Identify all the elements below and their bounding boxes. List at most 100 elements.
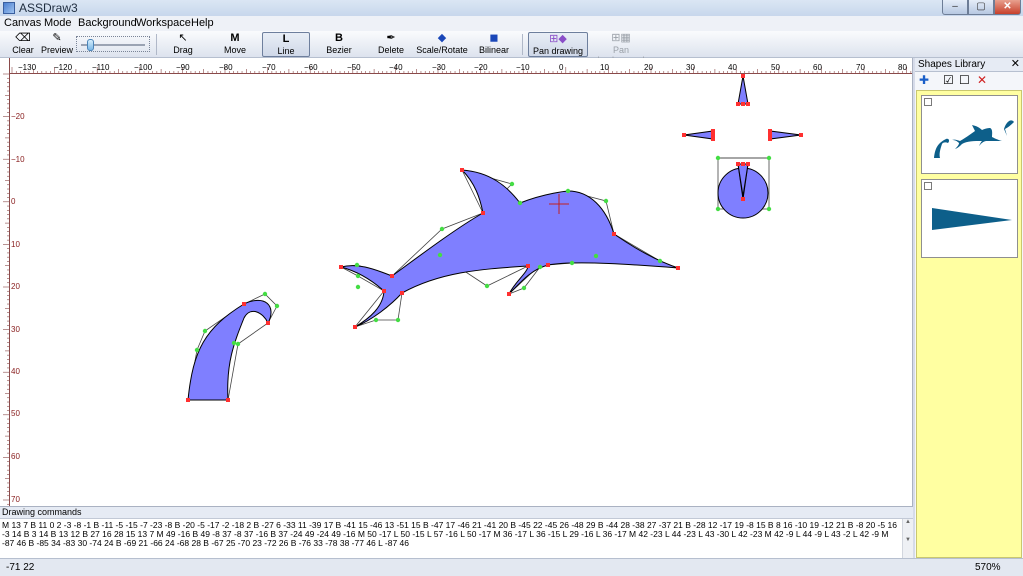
control-handle[interactable] <box>437 252 443 258</box>
close-button[interactable]: ✕ <box>994 0 1021 15</box>
endpoint-handle[interactable] <box>460 168 464 172</box>
endpoint-handle[interactable] <box>768 133 772 137</box>
control-handle[interactable] <box>235 341 241 347</box>
move-tool-button[interactable]: M Move <box>218 32 252 57</box>
control-handle[interactable] <box>355 273 361 279</box>
y-tick-label: 40 <box>11 367 20 376</box>
endpoint-handle[interactable] <box>746 162 750 166</box>
control-handle[interactable] <box>373 317 379 323</box>
menu-workspace[interactable]: Workspace <box>136 17 191 29</box>
endpoint-handle[interactable] <box>676 266 680 270</box>
menu-background[interactable]: Background <box>78 17 137 29</box>
bilinear-button[interactable]: ◼ Bilinear <box>478 32 510 57</box>
check-all-icon[interactable]: ☑ <box>943 74 954 87</box>
clear-button[interactable]: ⌫ Clear <box>8 32 38 57</box>
endpoint-handle[interactable] <box>741 162 745 166</box>
control-handle[interactable] <box>657 258 663 264</box>
control-handle[interactable] <box>395 317 401 323</box>
minimize-button[interactable]: – <box>942 0 968 15</box>
endpoint-handle[interactable] <box>682 133 686 137</box>
control-handle[interactable] <box>715 206 721 212</box>
control-handle[interactable] <box>537 264 543 270</box>
endpoint-handle[interactable] <box>711 133 715 137</box>
endpoint-handle[interactable] <box>242 302 246 306</box>
control-handle[interactable] <box>194 347 200 353</box>
control-handle[interactable] <box>603 198 609 204</box>
endpoint-handle[interactable] <box>736 102 740 106</box>
endpoint-handle[interactable] <box>400 291 404 295</box>
control-handle[interactable] <box>484 283 490 289</box>
endpoint-handle[interactable] <box>741 74 745 78</box>
endpoint-handle[interactable] <box>526 264 530 268</box>
control-handle[interactable] <box>354 262 360 268</box>
drag-tool-button[interactable]: ↖ Drag <box>166 32 200 57</box>
endpoint-handle[interactable] <box>612 232 616 236</box>
endpoint-handle[interactable] <box>799 133 803 137</box>
preview-button[interactable]: ✎ Preview <box>40 32 74 57</box>
dolphin-shape[interactable] <box>339 169 679 328</box>
endpoint-handle[interactable] <box>746 102 750 106</box>
slider-thumb[interactable] <box>87 39 94 51</box>
wave-shape[interactable] <box>187 293 278 401</box>
y-tick-label: 0 <box>11 197 16 206</box>
add-shape-icon[interactable]: ✚ <box>919 74 929 87</box>
line-tool-button[interactable]: L Line <box>262 32 310 57</box>
library-close-icon[interactable]: ✕ <box>1011 58 1020 71</box>
endpoint-handle[interactable] <box>266 321 270 325</box>
pan-background-button[interactable]: ⊞▦ Pan background <box>590 32 652 65</box>
endpoint-handle[interactable] <box>339 265 343 269</box>
endpoint-handle[interactable] <box>186 398 190 402</box>
x-tick-label: −40 <box>389 63 403 72</box>
control-handle[interactable] <box>569 260 575 266</box>
endpoint-handle[interactable] <box>546 263 550 267</box>
menu-mode[interactable]: Mode <box>44 17 72 29</box>
pan-drawing-button[interactable]: ⊞◆ Pan drawing <box>528 32 588 57</box>
control-handle[interactable] <box>439 226 445 232</box>
control-handle[interactable] <box>231 340 237 346</box>
menu-help[interactable]: Help <box>191 17 214 29</box>
control-handle[interactable] <box>517 200 523 206</box>
cursor-coordinates: -71 22 <box>6 562 35 573</box>
control-handle[interactable] <box>766 206 772 212</box>
control-handle[interactable] <box>509 181 515 187</box>
endpoint-handle[interactable] <box>382 289 386 293</box>
control-handle[interactable] <box>715 155 721 161</box>
commands-textarea[interactable]: M 13 7 B 11 0 2 -3 -8 -1 B -11 -5 -15 -7… <box>2 521 897 557</box>
control-handle[interactable] <box>565 188 571 194</box>
control-handle[interactable] <box>521 285 527 291</box>
endpoint-handle[interactable] <box>768 129 772 133</box>
library-shape-dolphin[interactable] <box>921 95 1018 174</box>
menu-canvas[interactable]: Canvas <box>4 17 41 29</box>
delete-shape-icon[interactable]: ✕ <box>977 74 987 87</box>
library-shape-triangle[interactable] <box>921 179 1018 258</box>
control-handle[interactable] <box>202 328 208 334</box>
control-handle[interactable] <box>355 284 361 290</box>
endpoint-handle[interactable] <box>741 102 745 106</box>
scale-rotate-button[interactable]: ◆ Scale/Rotate <box>416 32 468 57</box>
endpoint-handle[interactable] <box>507 292 511 296</box>
control-handle[interactable] <box>262 291 268 297</box>
endpoint-handle[interactable] <box>226 398 230 402</box>
zoom-slider[interactable] <box>76 36 150 52</box>
endpoint-handle[interactable] <box>736 162 740 166</box>
uncheck-all-icon[interactable]: ☐ <box>959 74 970 87</box>
sun-shape[interactable] <box>683 75 802 219</box>
bezier-tool-button[interactable]: B Bezier <box>322 32 356 57</box>
control-handle[interactable] <box>274 303 280 309</box>
maximize-button[interactable]: ▢ <box>968 0 994 15</box>
endpoint-handle[interactable] <box>741 197 745 201</box>
endpoint-handle[interactable] <box>711 129 715 133</box>
commands-scrollbar[interactable]: ▲ ▼ <box>902 519 913 559</box>
endpoint-handle[interactable] <box>481 211 485 215</box>
delete-tool-button[interactable]: ✒ Delete <box>374 32 408 57</box>
drawing-canvas[interactable]: −130 −120 −110 −100 −90 −80 −70 −60 −50 … <box>0 58 913 506</box>
endpoint-handle[interactable] <box>353 325 357 329</box>
control-handle[interactable] <box>593 253 599 259</box>
x-tick-label: 30 <box>686 63 695 72</box>
control-handle[interactable] <box>766 155 772 161</box>
endpoint-handle[interactable] <box>390 274 394 278</box>
endpoint-handle[interactable] <box>768 137 772 141</box>
toolbar: ⌫ Clear ✎ Preview ↖ Drag M Move L Line B… <box>0 31 1023 65</box>
x-tick-label: −120 <box>54 63 73 72</box>
endpoint-handle[interactable] <box>711 137 715 141</box>
